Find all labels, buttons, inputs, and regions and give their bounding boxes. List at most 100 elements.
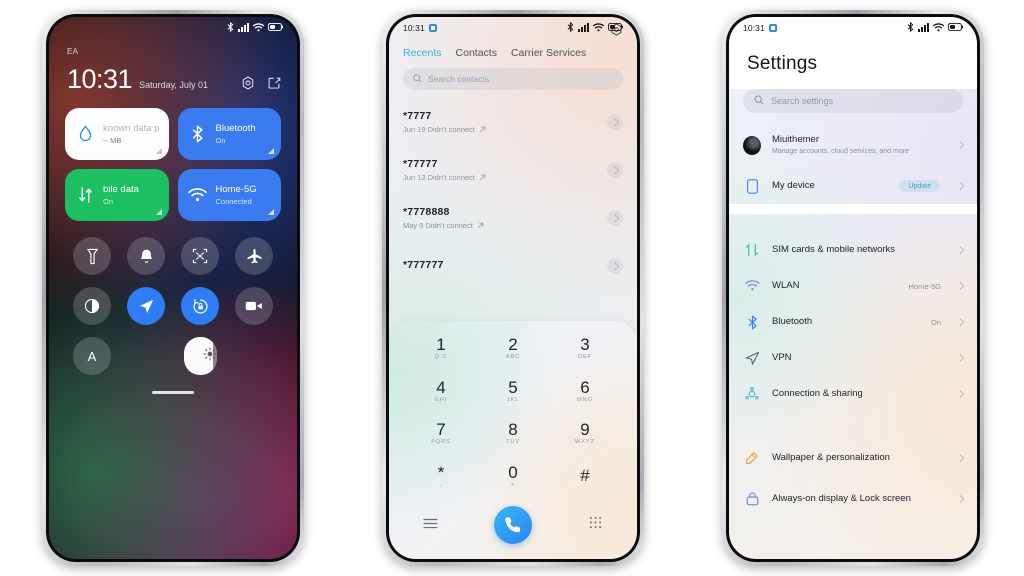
tile-wifi[interactable]: Home-5G Connected	[177, 169, 281, 221]
home-indicator[interactable]	[152, 391, 194, 394]
call-details-chevron[interactable]	[607, 162, 623, 178]
screen-control-center: EA 10:31 Saturday, July 01 known data pl…	[49, 17, 297, 559]
toggle-rotation-lock[interactable]	[181, 287, 219, 325]
tab-carrier-services[interactable]: Carrier Services	[511, 47, 586, 59]
edit-icon[interactable]	[267, 76, 281, 90]
page-title: Settings	[747, 53, 818, 74]
tile-bluetooth[interactable]: Bluetooth On	[177, 108, 281, 160]
key-digit: 4	[436, 377, 446, 397]
status-badge[interactable]: Update	[899, 180, 940, 192]
search-settings-input[interactable]: Search settings	[743, 89, 963, 113]
wifi-icon	[188, 187, 208, 203]
recent-calls-list: *7777 Jun 19 Didn't connect *77777 Jun 1…	[389, 98, 637, 290]
toggle-dark-mode[interactable]	[73, 287, 111, 325]
settings-row-vpn[interactable]: VPN	[729, 340, 977, 376]
key-3[interactable]: 3 DEF	[549, 327, 621, 370]
call-details-chevron[interactable]	[607, 210, 623, 226]
app-indicator-icon	[768, 24, 777, 32]
key-sublabel: ,	[439, 481, 443, 488]
settings-content: Settings Search settings Miuithemer Mana…	[729, 17, 977, 559]
key-hash[interactable]: #	[549, 455, 621, 498]
row-label: WLAN	[772, 280, 800, 292]
vpn-icon	[743, 351, 761, 365]
search-contacts-input[interactable]: Search contacts	[403, 68, 623, 90]
app-indicator-icon	[428, 24, 437, 32]
brightness-slider[interactable]	[183, 337, 217, 375]
settings-row-my-device[interactable]: My device Update	[729, 168, 977, 204]
menu-icon[interactable]	[423, 516, 438, 534]
key-8[interactable]: 8 TUV	[477, 412, 549, 455]
outgoing-call-arrow-icon	[479, 126, 486, 133]
key-sublabel: MNO	[577, 396, 593, 403]
settings-row-always-on-display[interactable]: Always-on display & Lock screen	[729, 476, 977, 522]
auto-brightness-label: A	[87, 348, 97, 364]
tile-expand-corner[interactable]	[155, 209, 162, 215]
call-log-row[interactable]: *777777	[403, 242, 623, 290]
tile-data-usage-text: known data pl. -- MB	[103, 123, 159, 145]
settings-row-wlan[interactable]: WLAN Home-5G	[729, 268, 977, 304]
settings-gear-icon[interactable]	[241, 76, 255, 90]
tile-title: Home-5G	[215, 184, 257, 195]
wifi-icon	[932, 22, 945, 34]
call-button[interactable]	[493, 506, 532, 544]
key-5[interactable]: 5 JKL	[477, 370, 549, 413]
settings-row-connection-sharing[interactable]: Connection & sharing	[729, 376, 977, 412]
tile-mobile-data[interactable]: bile data On	[65, 169, 169, 221]
tile-expand-corner[interactable]	[268, 148, 274, 154]
connection-sharing-icon	[743, 387, 761, 401]
key-digit: 8	[508, 420, 518, 440]
settings-row-account[interactable]: Miuithemer Manage accounts, cloud servic…	[729, 122, 977, 168]
keypad-icon[interactable]	[589, 516, 602, 534]
row-label: Connection & sharing	[772, 388, 863, 400]
call-detail-text: Jun 19 Didn't connect	[403, 125, 475, 134]
call-log-row[interactable]: *7778888 May 9 Didn't connect	[403, 194, 623, 242]
mobile-data-icon	[75, 186, 95, 204]
airplane-icon	[246, 248, 263, 265]
toggle-flashlight[interactable]	[73, 237, 111, 275]
toggle-screenshot[interactable]	[181, 237, 219, 275]
settings-row-sim-cards[interactable]: SIM cards & mobile networks	[729, 232, 977, 268]
account-text: Miuithemer Manage accounts, cloud servic…	[772, 134, 946, 157]
toggle-auto-brightness[interactable]: A	[73, 337, 111, 375]
key-2[interactable]: 2 ABC	[477, 327, 549, 370]
call-log-row[interactable]: *7777 Jun 19 Didn't connect	[403, 98, 623, 146]
chevron-right-icon	[955, 453, 965, 463]
toggle-location[interactable]	[127, 287, 165, 325]
key-sublabel: JKL	[506, 396, 520, 403]
tile-expand-corner[interactable]	[268, 209, 274, 215]
tab-recents[interactable]: Recents	[403, 47, 442, 59]
call-detail: Jun 19 Didn't connect	[403, 125, 607, 134]
status-bar-left-2: 10:31	[403, 23, 437, 33]
settings-row-wallpaper[interactable]: Wallpaper & personalization	[729, 440, 977, 476]
brightness-row	[183, 337, 217, 375]
key-digit: 3	[580, 335, 590, 355]
tile-subtitle: On	[215, 136, 226, 145]
toggle-ringer[interactable]	[127, 237, 165, 275]
phone-bezel-1: EA 10:31 Saturday, July 01 known data pl…	[46, 14, 300, 562]
tile-data-usage[interactable]: known data pl. -- MB	[65, 108, 169, 160]
key-9[interactable]: 9 WXYZ	[549, 412, 621, 455]
key-0[interactable]: 0 +	[477, 455, 549, 498]
call-detail: May 9 Didn't connect	[403, 221, 607, 230]
call-details-chevron[interactable]	[607, 114, 623, 130]
settings-row-bluetooth[interactable]: Bluetooth On	[729, 304, 977, 340]
key-sublabel: GHI	[434, 396, 448, 403]
toggle-screen-recorder[interactable]	[235, 287, 273, 325]
dark-mode-icon	[84, 298, 100, 314]
call-details-chevron[interactable]	[607, 258, 623, 274]
sim-card-icon	[743, 243, 761, 257]
key-1[interactable]: 1 Q.O	[405, 327, 477, 370]
screen-dialer: 10:31 Recents Contacts Carrier Services …	[389, 17, 637, 559]
key-star[interactable]: *,	[405, 455, 477, 498]
toggle-airplane-mode[interactable]	[235, 237, 273, 275]
battery-icon	[267, 22, 283, 33]
key-4[interactable]: 4 GHI	[405, 370, 477, 413]
tab-contacts[interactable]: Contacts	[456, 47, 497, 59]
key-7[interactable]: 7 PQRS	[405, 412, 477, 455]
key-6[interactable]: 6 MNO	[549, 370, 621, 413]
screenshot-stage: EA 10:31 Saturday, July 01 known data pl…	[0, 0, 1024, 576]
call-log-row[interactable]: *77777 Jun 13 Didn't connect	[403, 146, 623, 194]
control-center-panel: EA 10:31 Saturday, July 01 known data pl…	[49, 17, 297, 559]
tile-expand-corner[interactable]	[155, 148, 162, 154]
location-arrow-icon	[138, 298, 155, 315]
